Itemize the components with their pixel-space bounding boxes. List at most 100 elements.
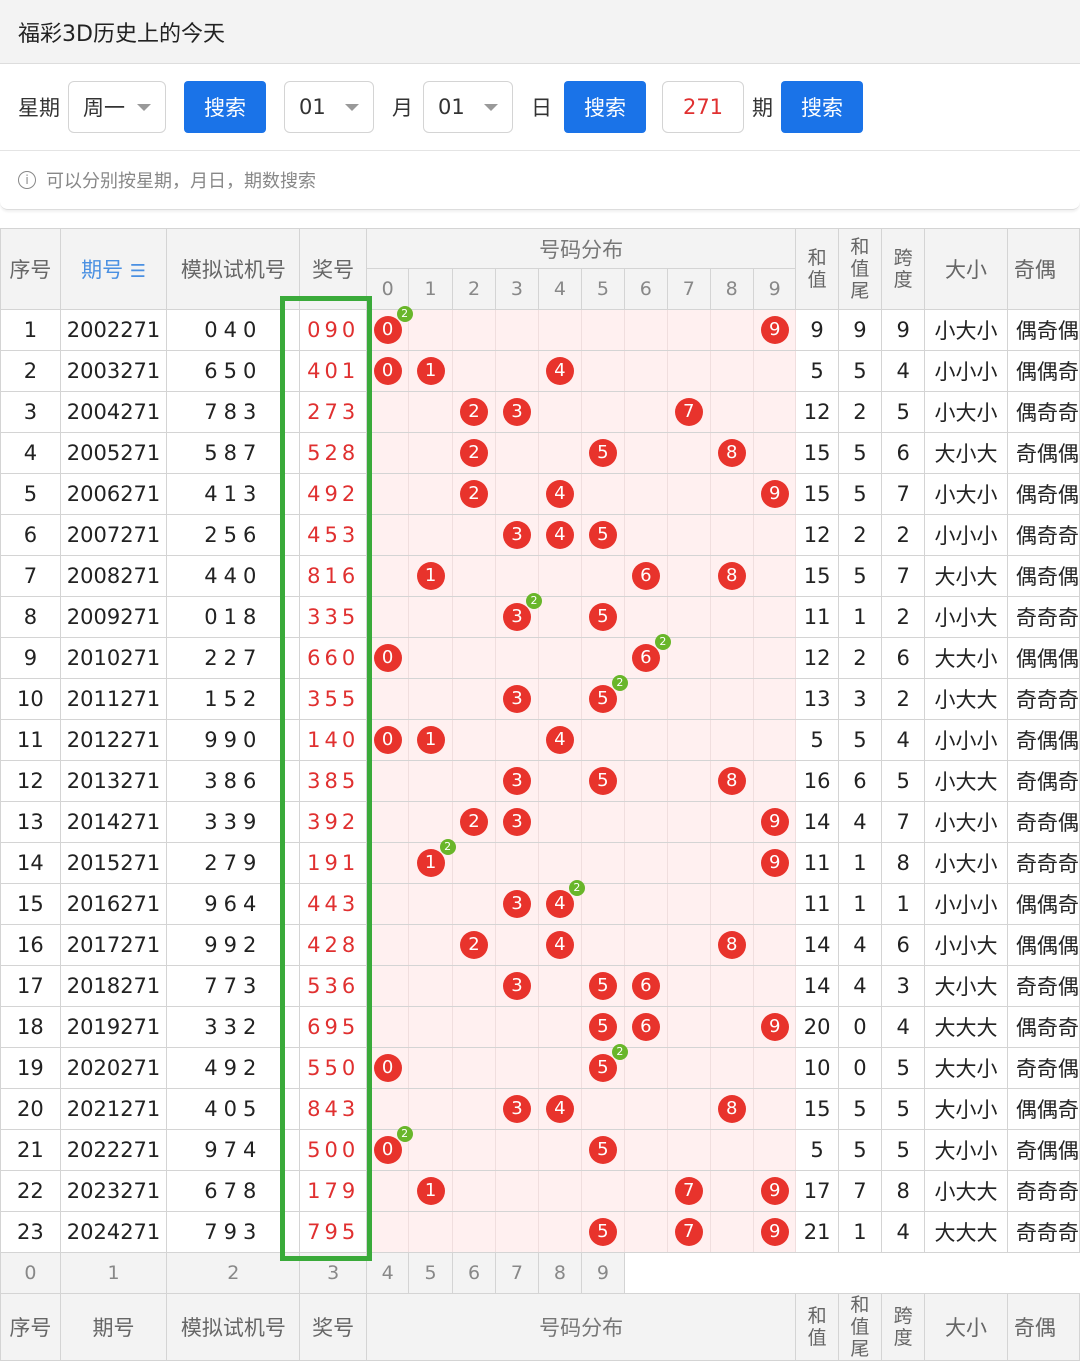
dist-cell-7: 7 — [667, 1170, 711, 1212]
prize-cell: 453 — [299, 514, 367, 556]
dist-cell-1 — [408, 1211, 453, 1253]
dist-cell-4 — [537, 1006, 583, 1048]
dist-cell-2 — [451, 760, 497, 802]
sum-cell: 16 — [795, 760, 839, 802]
dist-cell-8 — [709, 637, 754, 679]
dist-cell-8 — [709, 309, 754, 351]
dist-cell-6 — [623, 309, 669, 351]
dist-cell-6: 6 — [623, 555, 669, 597]
day-select[interactable]: 01 — [423, 81, 513, 133]
col-header-size: 大小 — [924, 228, 1008, 310]
parity-cell: 偶奇奇 — [1006, 514, 1080, 556]
sum-tail-cell: 1 — [837, 596, 883, 638]
period-input[interactable]: 271 — [662, 81, 744, 133]
sum-cell: 14 — [795, 965, 839, 1007]
sum-tail-cell: 3 — [837, 678, 883, 720]
dist-cell-9 — [752, 760, 797, 802]
col-header-sim: 模拟试机号 — [166, 228, 301, 310]
table-row: 3 2004271 783 273 2 3 7 12 2 5 小大小 偶奇奇 — [0, 391, 1080, 433]
number-ball: 4 — [545, 726, 574, 754]
dist-cell-6 — [623, 1047, 669, 1089]
dist-cell-5 — [581, 309, 625, 351]
number-ball: 6 — [631, 972, 660, 1000]
dist-cell-4 — [537, 1047, 583, 1089]
number-ball: 8 — [717, 1095, 746, 1123]
dist-cell-5 — [581, 1170, 625, 1212]
dist-cell-1 — [408, 801, 453, 843]
span-cell: 4 — [881, 1211, 926, 1253]
dist-cell-8 — [709, 473, 754, 515]
sum-cell: 14 — [795, 801, 839, 843]
period-cell: 2021271 — [59, 1088, 168, 1130]
dist-cell-7 — [667, 1047, 711, 1089]
prize-cell: 843 — [299, 1088, 367, 1130]
sim-cell: 227 — [166, 637, 301, 679]
sort-icon[interactable]: ☰ — [130, 261, 146, 282]
dist-cell-8: 8 — [709, 924, 754, 966]
sim-cell: 783 — [166, 391, 301, 433]
dist-cell-5: 5 — [581, 965, 625, 1007]
dist-cell-3: 3 — [495, 760, 539, 802]
col-header-prize: 奖号 — [299, 228, 367, 310]
dist-cell-5: 5 — [581, 1211, 625, 1253]
dist-cell-5: 5 — [581, 596, 625, 638]
number-ball: 0 — [373, 1054, 402, 1082]
week-select[interactable]: 周一 — [68, 81, 166, 133]
parity-cell: 偶奇偶 — [1006, 555, 1080, 597]
parity-cell: 偶偶奇 — [1006, 350, 1080, 392]
dist-cell-4: 4 — [537, 514, 583, 556]
sim-cell: 992 — [166, 924, 301, 966]
dist-cell-6: 6 — [623, 1006, 669, 1048]
table-row: 19 2020271 492 550 0 5 2 10 0 5 大大小 奇奇偶 — [0, 1044, 1080, 1089]
number-ball: 3 — [502, 767, 531, 795]
number-ball: 52 — [588, 675, 628, 713]
period-cell: 2003271 — [59, 350, 168, 392]
size-cell: 小小小 — [924, 719, 1008, 761]
number-ball: 3 — [502, 521, 531, 549]
number-ball: 9 — [760, 1177, 789, 1205]
foot-header-span-label: 跨度 — [893, 1305, 913, 1349]
seq-cell: 2 — [0, 350, 61, 392]
dist-cell-7 — [667, 678, 711, 720]
prize-cell: 273 — [299, 391, 367, 433]
prize-cell: 392 — [299, 801, 367, 843]
seq-cell: 19 — [0, 1047, 61, 1089]
repeat-count-badge: 2 — [611, 675, 628, 691]
month-select[interactable]: 01 — [284, 81, 374, 133]
dist-cell-1 — [408, 432, 453, 474]
span-cell: 9 — [881, 309, 926, 351]
span-cell: 3 — [881, 965, 926, 1007]
week-search-button[interactable]: 搜索 — [184, 81, 266, 133]
dist-cell-4 — [537, 1211, 583, 1253]
dist-cell-0 — [365, 883, 410, 925]
dist-cell-7 — [667, 555, 711, 597]
dist-cell-6 — [623, 924, 669, 966]
prize-cell: 385 — [299, 760, 367, 802]
dist-cell-9 — [752, 1047, 797, 1089]
dist-cell-7: 7 — [667, 1211, 711, 1253]
period-cell: 2006271 — [59, 473, 168, 515]
dist-cell-6 — [623, 1088, 669, 1130]
sim-cell: 018 — [166, 596, 301, 638]
col-header-span: 跨度 — [881, 228, 926, 310]
prize-cell: 660 — [299, 637, 367, 679]
sum-cell: 12 — [795, 637, 839, 679]
dist-cell-3 — [495, 1170, 539, 1212]
span-cell: 7 — [881, 473, 926, 515]
seq-cell: 18 — [0, 1006, 61, 1048]
dist-cell-4 — [537, 801, 583, 843]
size-cell: 小小大 — [924, 596, 1008, 638]
span-cell: 5 — [881, 1129, 926, 1171]
period-search-button[interactable]: 搜索 — [781, 81, 863, 133]
col-header-period[interactable]: 期号 ☰ — [59, 228, 168, 310]
number-ball: 7 — [674, 1218, 703, 1246]
seq-cell: 7 — [0, 555, 61, 597]
date-search-button[interactable]: 搜索 — [564, 81, 646, 133]
dist-cell-2: 2 — [451, 473, 497, 515]
sim-cell: 773 — [166, 965, 301, 1007]
number-ball: 02 — [373, 306, 413, 344]
dist-cell-2: 2 — [451, 432, 497, 474]
dist-cell-1: 1 — [408, 555, 453, 597]
digit-footer-7: 7 — [495, 1252, 539, 1294]
dist-cell-0: 02 — [365, 1126, 413, 1171]
